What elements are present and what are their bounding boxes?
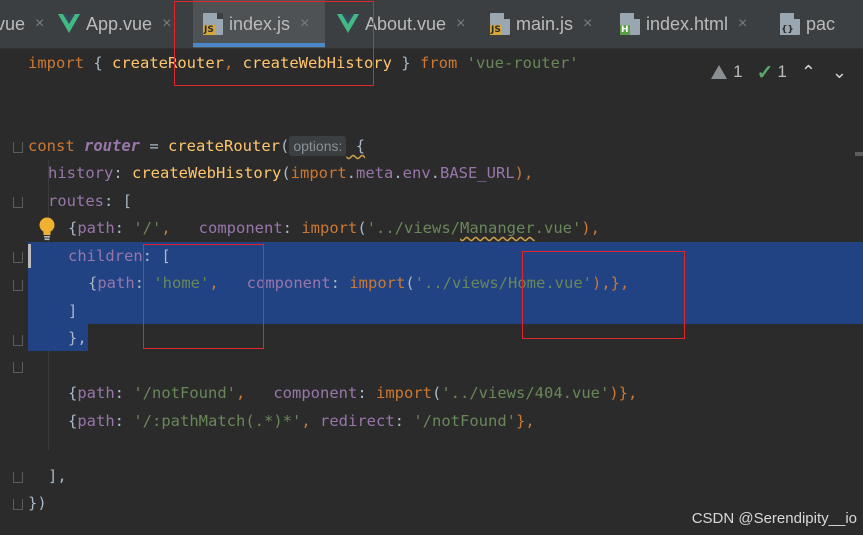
annotation-box-import [522, 251, 685, 339]
vue-icon [58, 14, 80, 34]
ok-count: 1 [777, 62, 787, 81]
annotation-box-tab [174, 1, 374, 86]
fold-marker[interactable] [13, 197, 23, 208]
watermark: CSDN @Serendipity__io [691, 510, 857, 527]
html-file-icon: H [620, 13, 640, 35]
inspection-widget[interactable]: 1 ✓ 1 ⌃ ⌄ [711, 58, 863, 86]
fold-marker[interactable] [13, 362, 23, 373]
fold-marker[interactable] [13, 280, 23, 291]
tab-index-html[interactable]: H index.html × [620, 0, 770, 48]
tab-label: main.js [516, 13, 574, 34]
fold-marker[interactable] [13, 142, 23, 153]
parameter-hint: options: [289, 136, 347, 156]
code-line-5[interactable]: history: createWebHistory(import.meta.en… [48, 160, 533, 187]
fold-gutter [0, 49, 26, 535]
tab-vue-partial[interactable]: vue × [0, 0, 48, 48]
js-file-icon: JS [490, 13, 510, 35]
tab-app-vue[interactable]: App.vue × [58, 0, 188, 48]
code-line-16[interactable]: ], [48, 463, 67, 490]
close-icon[interactable]: × [738, 15, 747, 33]
fold-marker[interactable] [13, 335, 23, 346]
code-line-13[interactable]: {path: '/notFound', component: import('.… [68, 380, 637, 407]
code-line-14[interactable]: {path: '/:pathMatch(.*)*', redirect: '/n… [68, 408, 535, 435]
tab-label: index.html [646, 13, 729, 34]
tab-package-json[interactable]: {} pac [780, 0, 863, 48]
close-icon[interactable]: × [35, 15, 44, 33]
scrollbar-marker[interactable] [855, 152, 863, 156]
caret [28, 244, 31, 268]
ok-indicator[interactable]: ✓ 1 [757, 60, 787, 85]
code-line-11[interactable]: }, [68, 325, 87, 352]
tab-label: App.vue [86, 13, 153, 34]
annotation-box-children [143, 244, 264, 349]
code-line-17[interactable]: }) [28, 490, 47, 517]
tab-label: About.vue [365, 13, 447, 34]
editor-tab-bar: vue × App.vue × JS index.js × About.vue … [0, 0, 863, 49]
tab-label: pac [806, 13, 836, 34]
json-file-icon: {} [780, 13, 800, 35]
close-icon[interactable]: × [162, 15, 171, 33]
warning-icon [711, 65, 728, 79]
code-line-10[interactable]: ] [68, 298, 77, 325]
check-icon: ✓ [756, 61, 774, 84]
lightbulb-icon[interactable] [38, 217, 56, 241]
fold-marker[interactable] [13, 472, 23, 483]
code-line-6[interactable]: routes: [ [48, 188, 132, 215]
warnings-count: 1 [733, 62, 743, 81]
close-icon[interactable]: × [456, 15, 465, 33]
warnings-indicator[interactable]: 1 [711, 62, 743, 82]
chevron-down-icon[interactable]: ⌄ [832, 62, 847, 83]
chevron-up-icon[interactable]: ⌃ [801, 62, 816, 83]
tab-main-js[interactable]: JS main.js × [490, 0, 610, 48]
fold-marker[interactable] [13, 252, 23, 263]
code-line-7[interactable]: {path: '/', component: import('../views/… [68, 215, 600, 242]
tab-label: vue [0, 13, 26, 34]
code-line-4[interactable]: const router = createRouter(options: { [28, 133, 365, 160]
fold-marker[interactable] [13, 499, 23, 510]
close-icon[interactable]: × [583, 15, 592, 33]
